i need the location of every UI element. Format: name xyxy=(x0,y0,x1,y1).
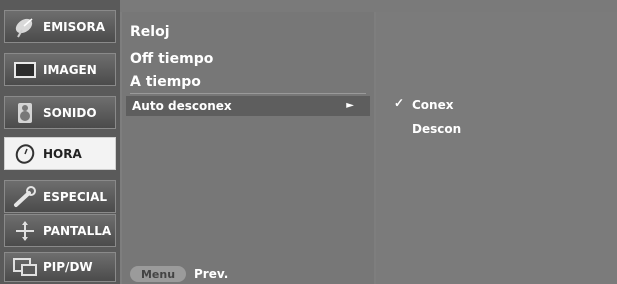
right-arrow-icon: ► xyxy=(346,100,354,111)
move-arrows-icon xyxy=(11,219,39,243)
option-conex[interactable]: Conex xyxy=(412,96,453,114)
category-label: PANTALLA xyxy=(43,223,112,238)
option-label: Descon xyxy=(412,122,462,136)
category-column: EMISORA IMAGEN SONIDO HORA ESPECIAL PANT… xyxy=(0,0,120,284)
speaker-icon xyxy=(11,101,39,125)
menu-button[interactable]: Menu xyxy=(130,266,186,282)
category-label: SONIDO xyxy=(43,105,97,120)
submenu-item-a-tiempo[interactable]: A tiempo xyxy=(130,72,201,92)
option-label: Conex xyxy=(412,98,454,112)
category-imagen[interactable]: IMAGEN xyxy=(4,53,116,86)
category-label: HORA xyxy=(43,146,82,161)
check-icon: ✓ xyxy=(394,96,405,110)
clock-icon xyxy=(11,142,39,166)
submenu-item-auto-desconex[interactable]: Auto desconex ► xyxy=(126,96,370,116)
submenu-item-label: A tiempo xyxy=(130,74,201,90)
category-label: PIP/DW xyxy=(43,260,93,274)
category-especial[interactable]: ESPECIAL xyxy=(4,180,116,213)
tv-osd-menu: EMISORA IMAGEN SONIDO HORA ESPECIAL PANT… xyxy=(0,0,617,284)
submenu-panel: Reloj Off tiempo A tiempo Auto desconex … xyxy=(122,12,374,284)
picture-in-picture-icon xyxy=(11,255,39,279)
submenu-item-label: Reloj xyxy=(130,24,170,40)
submenu-item-label: Auto desconex xyxy=(132,99,232,113)
options-panel: ✓ Conex Descon xyxy=(376,12,617,284)
category-pantalla[interactable]: PANTALLA xyxy=(4,214,116,247)
category-hora[interactable]: HORA xyxy=(4,137,116,170)
top-strip xyxy=(120,0,617,12)
submenu-item-off-tiempo[interactable]: Off tiempo xyxy=(130,49,213,69)
category-sonido[interactable]: SONIDO xyxy=(4,96,116,129)
option-descon[interactable]: Descon xyxy=(412,120,461,138)
monitor-icon xyxy=(11,58,39,82)
footer-bar: Menu Prev. xyxy=(122,264,374,284)
wrench-icon xyxy=(11,185,39,209)
category-label: EMISORA xyxy=(43,19,105,34)
satellite-dish-icon xyxy=(11,15,39,39)
prev-label: Prev. xyxy=(194,267,229,281)
submenu-item-label: Off tiempo xyxy=(130,51,214,67)
category-pip-dw[interactable]: PIP/DW xyxy=(4,252,116,282)
divider xyxy=(130,93,366,94)
category-label: ESPECIAL xyxy=(43,189,108,204)
category-emisora[interactable]: EMISORA xyxy=(4,10,116,43)
category-label: IMAGEN xyxy=(43,62,97,77)
submenu-item-reloj[interactable]: Reloj xyxy=(130,22,170,42)
